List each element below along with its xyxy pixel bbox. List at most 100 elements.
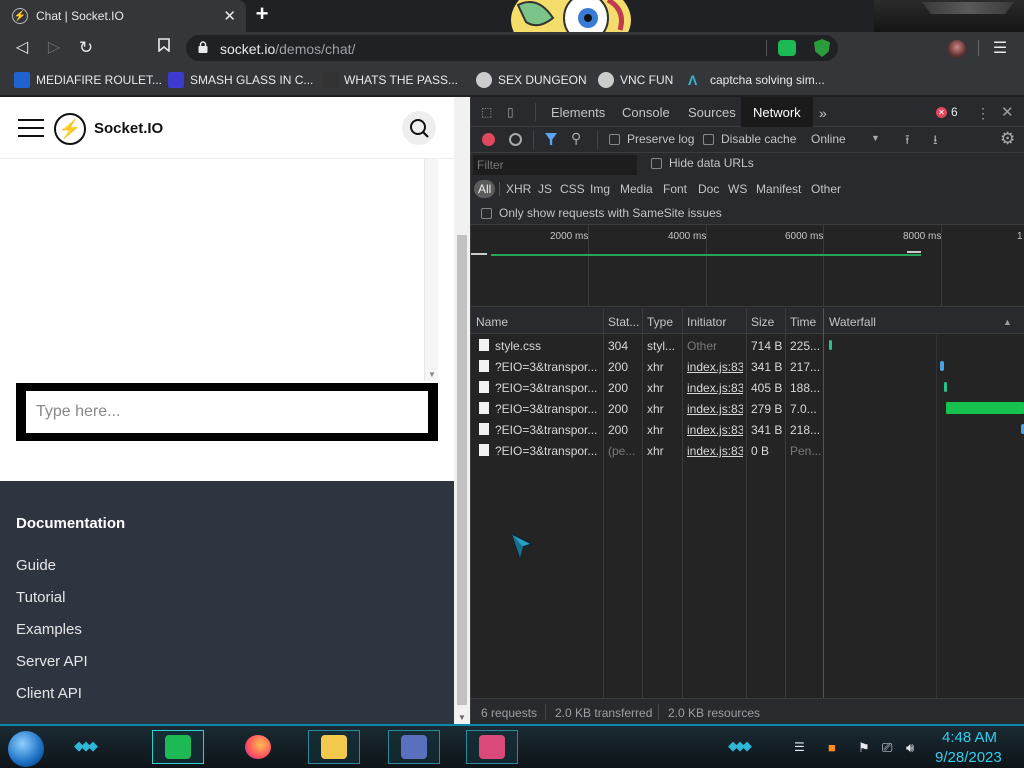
column-header-initiator[interactable]: Initiator [687, 315, 726, 329]
request-initiator-link[interactable]: index.js:83 [687, 423, 743, 437]
chrome-menu-icon[interactable]: ☰ [992, 38, 1008, 58]
bookmark-item-smash-glass[interactable]: SMASH GLASS IN C... [168, 72, 313, 88]
preserve-log-checkbox[interactable]: Preserve log [609, 132, 694, 146]
tray-app-icon[interactable]: ■ [828, 740, 836, 755]
import-har-icon[interactable]: ⭱ [905, 131, 910, 153]
column-header-waterfall[interactable]: Waterfall [829, 315, 876, 329]
footer-link-examples[interactable]: Examples [16, 621, 82, 638]
tab-console[interactable]: Console [622, 105, 670, 120]
chat-message-input[interactable] [26, 391, 428, 433]
close-devtools-icon[interactable]: ✕ [1001, 103, 1015, 121]
site-search-button[interactable] [402, 111, 436, 145]
record-button[interactable] [482, 133, 495, 146]
tab-elements[interactable]: Elements [551, 105, 605, 120]
more-tabs-chevron-icon[interactable]: » [819, 105, 827, 121]
type-filter-ws[interactable]: WS [724, 180, 751, 198]
scroll-down-arrow-icon[interactable]: ▼ [428, 370, 436, 379]
page-scrollbar-thumb[interactable] [457, 235, 467, 705]
page-scrollbar[interactable]: ▼ [454, 97, 470, 724]
request-initiator-link[interactable]: index.js:83 [687, 381, 743, 395]
hamburger-menu-icon[interactable] [18, 119, 44, 137]
network-icon[interactable]: ⎚ [882, 740, 892, 756]
type-filter-img[interactable]: Img [586, 180, 614, 198]
spotify-extension-icon[interactable] [778, 40, 796, 56]
taskbar-app-file-explorer[interactable] [308, 730, 360, 764]
gear-icon[interactable]: ⚙ [1000, 129, 1015, 149]
column-header-name[interactable]: Name [476, 315, 508, 329]
table-row[interactable]: ?EIO=3&transpor... (pe... xhr index.js:8… [471, 440, 1024, 461]
column-header-time[interactable]: Time [790, 315, 816, 329]
bookmark-item-mediafire[interactable]: MEDIAFIRE ROULET... [14, 72, 162, 88]
site-brand[interactable]: Socket.IO [94, 120, 163, 137]
export-har-icon[interactable]: ⭳ [933, 131, 938, 153]
clock-date[interactable]: 9/28/2023 [935, 749, 1002, 766]
network-filter-input[interactable] [473, 155, 637, 175]
bookmark-item-whats-the-pass[interactable]: WHATS THE PASS... [322, 72, 458, 88]
action-center-flag-icon[interactable]: ⚑ [858, 740, 870, 756]
type-filter-js[interactable]: JS [534, 180, 556, 198]
column-header-size[interactable]: Size [751, 315, 774, 329]
samesite-checkbox[interactable]: Only show requests with SameSite issues [481, 206, 722, 220]
filter-icon[interactable] [545, 133, 557, 145]
reload-icon[interactable]: ↻ [76, 38, 96, 58]
type-filter-other[interactable]: Other [807, 180, 845, 198]
search-icon[interactable]: ⚲ [571, 130, 581, 147]
type-filter-font[interactable]: Font [659, 180, 691, 198]
request-name[interactable]: ?EIO=3&transpor... [495, 444, 599, 458]
taskbar-app-firefox[interactable] [232, 730, 284, 764]
table-row[interactable]: style.css 304 styl... Other 714 B 225... [471, 335, 1024, 356]
devtools-menu-icon[interactable]: ⋮ [976, 105, 990, 121]
request-name[interactable]: ?EIO=3&transpor... [495, 423, 599, 437]
taskbar-app-spotify[interactable] [152, 730, 204, 764]
table-row[interactable]: ?EIO=3&transpor... 200 xhr index.js:83 3… [471, 419, 1024, 440]
tab-close-icon[interactable]: ✕ [223, 7, 236, 25]
column-header-type[interactable]: Type [647, 315, 673, 329]
address-bar[interactable]: socket.io/demos/chat/ [186, 35, 838, 61]
type-filter-manifest[interactable]: Manifest [752, 180, 805, 198]
taskbar-app-paint[interactable] [466, 730, 518, 764]
hide-data-urls-checkbox[interactable]: Hide data URLs [651, 156, 754, 170]
tab-network[interactable]: Network [741, 97, 813, 127]
forward-arrow-icon[interactable]: ▷ [44, 38, 64, 58]
bookmark-item-sex-dungeon[interactable]: SEX DUNGEON [476, 72, 587, 88]
bookmark-item-captcha[interactable]: Λ captcha solving sim... [688, 72, 825, 88]
error-count-badge[interactable]: ✕ 6 [936, 105, 958, 119]
new-tab-button[interactable]: + [252, 3, 272, 25]
type-filter-css[interactable]: CSS [556, 180, 589, 198]
table-row[interactable]: ?EIO=3&transpor... 200 xhr index.js:83 3… [471, 356, 1024, 377]
footer-link-server-api[interactable]: Server API [16, 653, 88, 670]
network-overview-timeline[interactable]: 2000 ms 4000 ms 6000 ms 8000 ms 1 [471, 225, 1024, 307]
scroll-down-arrow-icon[interactable]: ▼ [458, 713, 466, 722]
request-initiator-link[interactable]: index.js:83 [687, 360, 743, 374]
chevron-down-icon[interactable]: ▼ [871, 133, 880, 143]
type-filter-xhr[interactable]: XHR [502, 180, 535, 198]
footer-link-guide[interactable]: Guide [16, 557, 56, 574]
browser-tab[interactable]: ⚡ Chat | Socket.IO ✕ [0, 0, 246, 32]
request-name[interactable]: ?EIO=3&transpor... [495, 402, 599, 416]
type-filter-doc[interactable]: Doc [694, 180, 723, 198]
type-filter-all[interactable]: All [474, 180, 496, 198]
clear-icon[interactable] [509, 133, 522, 146]
footer-link-tutorial[interactable]: Tutorial [16, 589, 65, 606]
request-initiator-link[interactable]: index.js:83 [687, 402, 743, 416]
start-button[interactable] [8, 731, 44, 767]
device-toolbar-icon[interactable]: ▯ [507, 105, 521, 119]
request-initiator-link[interactable]: index.js:83 [687, 444, 743, 458]
profile-avatar[interactable] [948, 40, 966, 58]
request-name[interactable]: ?EIO=3&transpor... [495, 360, 599, 374]
shield-extension-icon[interactable] [814, 39, 830, 57]
volume-icon[interactable]: 🔊︎ [906, 740, 914, 756]
inspect-element-icon[interactable]: ⬚ [481, 105, 495, 119]
footer-link-client-api[interactable]: Client API [16, 685, 82, 702]
column-header-status[interactable]: Stat... [608, 315, 639, 329]
disable-cache-checkbox[interactable]: Disable cache [703, 132, 796, 146]
tab-sources[interactable]: Sources [688, 105, 736, 120]
taskbar-app-control-panel[interactable] [388, 730, 440, 764]
table-row[interactable]: ?EIO=3&transpor... 200 xhr index.js:83 4… [471, 377, 1024, 398]
request-name[interactable]: ?EIO=3&transpor... [495, 381, 599, 395]
throttling-select[interactable]: Online [811, 132, 846, 146]
show-hidden-icons-icon[interactable]: ☰ [794, 740, 805, 754]
request-name[interactable]: style.css [495, 339, 599, 353]
table-row[interactable]: ?EIO=3&transpor... 200 xhr index.js:83 2… [471, 398, 1024, 419]
sort-caret-icon[interactable]: ▲ [1003, 317, 1012, 327]
